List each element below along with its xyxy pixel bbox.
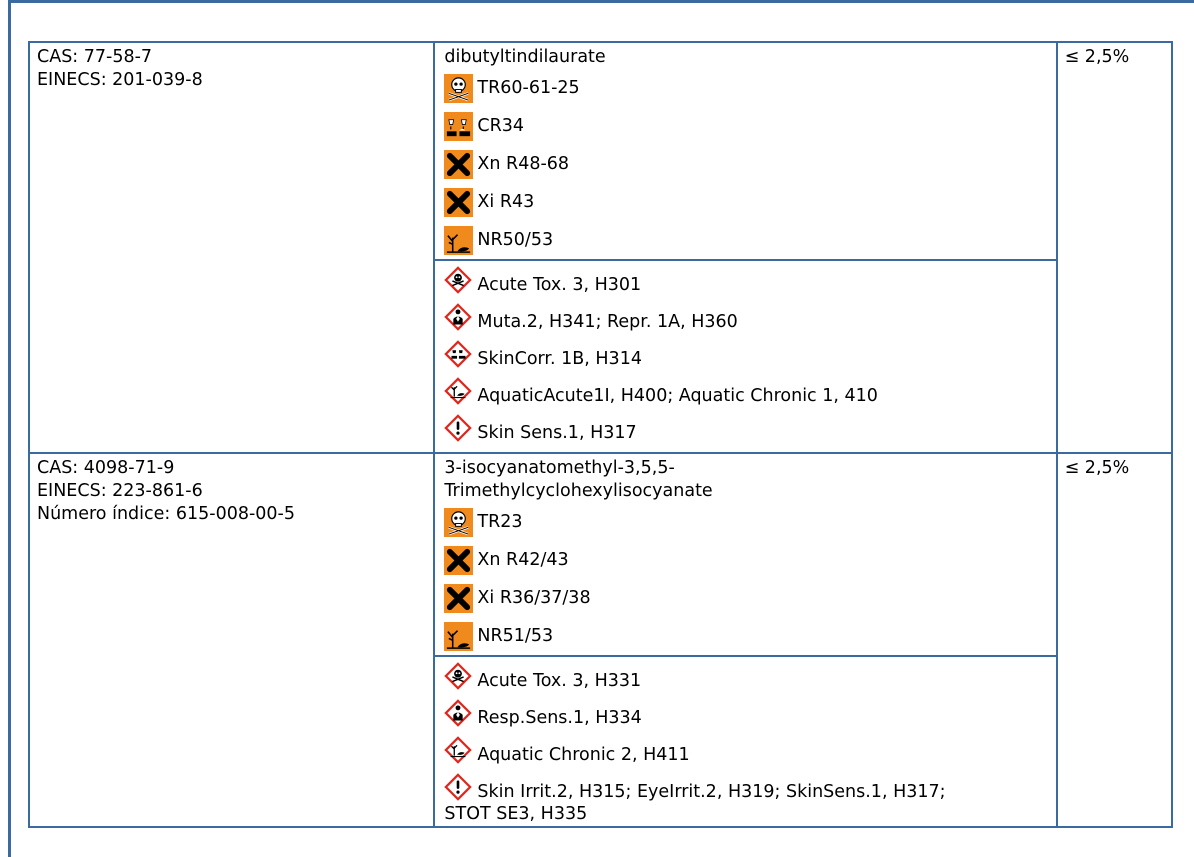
dsd-hazard-line: Xn R48-68 <box>444 145 1047 183</box>
einecs-number: EINECS: 201-039-8 <box>37 70 203 90</box>
corrosive-orange-icon <box>444 111 477 141</box>
dsd-hazard-line: NR51/53 <box>444 617 1047 655</box>
classification-cell: 3-isocyanatomethyl-3,5,5- Trimethylcycloh… <box>433 452 1058 828</box>
harmful-x-orange-icon <box>444 149 477 179</box>
hazard-text: AquaticAcute1I, H400; Aquatic Chronic 1,… <box>477 386 878 406</box>
ghs-skull-icon <box>444 661 477 696</box>
clp-hazard-line: Acute Tox. 3, H331 <box>444 661 1047 700</box>
irritant-x-orange-icon <box>444 187 477 217</box>
identifiers-cell: CAS: 77-58-7 EINECS: 201-039-8 <box>27 41 436 454</box>
hazard-text: Xi R43 <box>477 191 535 212</box>
environment-orange-icon <box>444 225 477 255</box>
hazard-text: SkinCorr. 1B, H314 <box>477 349 642 369</box>
substance-name: dibutyltindilaurate <box>444 47 606 67</box>
clp-classification: Acute Tox. 3, H301 Muta.2, H341; Repr. 1A… <box>435 259 1056 452</box>
page-frame-left <box>8 20 11 857</box>
substances-table: CAS: 77-58-7 EINECS: 201-039-8 dibutyltind… <box>27 41 1174 828</box>
ghs-environment-icon <box>444 376 477 411</box>
clp-hazard-continuation: STOT SE3, H335 <box>444 804 588 824</box>
ghs-environment-icon <box>444 735 477 770</box>
hazard-text: Skin Sens.1, H317 <box>477 423 637 443</box>
dsd-hazard-line: TR60-61-25 <box>444 69 1047 107</box>
dsd-classification: dibutyltindilaurate TR60-61-25 CR34 Xn R48-… <box>435 43 1055 259</box>
dsd-classification: 3-isocyanatomethyl-3,5,5- Trimethylcycloh… <box>435 454 1055 655</box>
clp-hazard-line: Aquatic Chronic 2, H411 <box>444 735 1047 774</box>
clp-hazard-line: Skin Sens.1, H317 <box>444 413 1047 452</box>
hazard-text: NR50/53 <box>477 229 554 250</box>
dsd-hazard-line: Xi R36/37/38 <box>444 579 1047 617</box>
classification-cell: dibutyltindilaurate TR60-61-25 CR34 Xn R48-… <box>433 41 1058 454</box>
harmful-x-orange-icon <box>444 545 477 575</box>
dsd-hazard-line: NR50/53 <box>444 221 1047 259</box>
einecs-number: EINECS: 223-861-6 <box>37 481 203 501</box>
clp-hazard-line: Resp.Sens.1, H334 <box>444 698 1047 737</box>
cas-number: CAS: 77-58-7 <box>37 47 153 67</box>
hazard-text: Xi R36/37/38 <box>477 587 591 608</box>
toxic-skull-orange-icon <box>444 507 477 537</box>
clp-hazard-line: Acute Tox. 3, H301 <box>444 265 1047 304</box>
ghs-health-hazard-icon <box>444 698 477 733</box>
hazard-text: TR23 <box>477 511 523 532</box>
irritant-x-orange-icon <box>444 583 477 613</box>
hazard-text: Aquatic Chronic 2, H411 <box>477 745 690 765</box>
hazard-text: Skin Irrit.2, H315; EyeIrrit.2, H319; Sk… <box>477 782 946 802</box>
substance-name: 3-isocyanatomethyl-3,5,5- <box>444 458 675 478</box>
dsd-hazard-line: TR23 <box>444 503 1047 541</box>
environment-orange-icon <box>444 621 477 651</box>
ghs-corrosion-icon <box>444 339 477 374</box>
hazard-text: Xn R42/43 <box>477 549 569 570</box>
substance-name: Trimethylcyclohexylisocyanate <box>444 481 713 501</box>
ghs-skull-icon <box>444 265 477 300</box>
dsd-hazard-line: Xn R42/43 <box>444 541 1047 579</box>
dsd-hazard-line: CR34 <box>444 107 1047 145</box>
hazard-text: TR60-61-25 <box>477 77 580 98</box>
clp-hazard-line: AquaticAcute1I, H400; Aquatic Chronic 1,… <box>444 376 1047 415</box>
page-frame-top <box>8 0 1194 23</box>
index-number: Número índice: 615-008-00-5 <box>37 504 295 524</box>
substance-row: CAS: 4098-71-9 EINECS: 223-861-6 Número ín… <box>27 452 1174 828</box>
clp-classification: Acute Tox. 3, H331 Resp.Sens.1, H334 Aquat… <box>435 655 1056 826</box>
concentration-cell: ≤ 2,5% <box>1055 41 1174 454</box>
ghs-health-hazard-icon <box>444 302 477 337</box>
cas-number: CAS: 4098-71-9 <box>37 458 175 478</box>
hazard-text: NR51/53 <box>477 625 554 646</box>
hazard-text: Acute Tox. 3, H331 <box>477 671 642 691</box>
toxic-skull-orange-icon <box>444 73 477 103</box>
hazard-text: Xn R48-68 <box>477 153 570 174</box>
identifiers-cell: CAS: 4098-71-9 EINECS: 223-861-6 Número ín… <box>27 452 436 828</box>
hazard-text: Acute Tox. 3, H301 <box>477 275 642 295</box>
substance-row: CAS: 77-58-7 EINECS: 201-039-8 dibutyltind… <box>27 41 1174 454</box>
substances-table-body: CAS: 77-58-7 EINECS: 201-039-8 dibutyltind… <box>27 41 1174 828</box>
dsd-hazard-line: Xi R43 <box>444 183 1047 221</box>
ghs-exclamation-icon <box>444 413 477 448</box>
hazard-text: Muta.2, H341; Repr. 1A, H360 <box>477 312 738 332</box>
concentration-cell: ≤ 2,5% <box>1055 452 1174 828</box>
hazard-text: Resp.Sens.1, H334 <box>477 708 642 728</box>
hazard-text: CR34 <box>477 115 525 136</box>
clp-hazard-line: Muta.2, H341; Repr. 1A, H360 <box>444 302 1047 341</box>
clp-hazard-line: SkinCorr. 1B, H314 <box>444 339 1047 378</box>
